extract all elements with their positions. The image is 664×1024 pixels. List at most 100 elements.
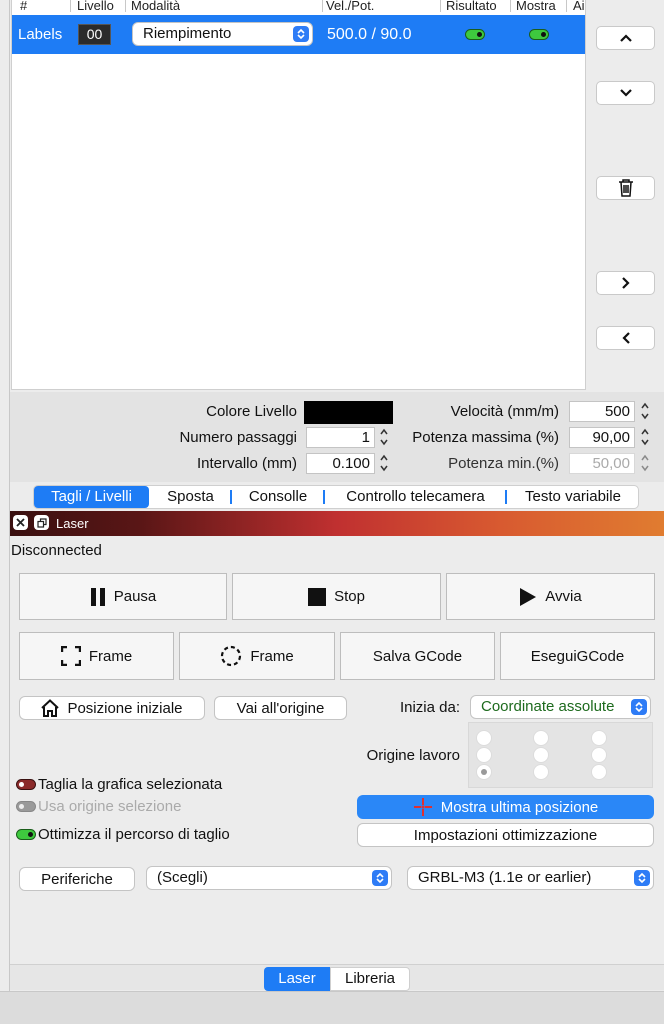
- speed-stepper[interactable]: [638, 400, 652, 422]
- layer-table: [11, 0, 586, 390]
- tab-cuts-layers[interactable]: Tagli / Livelli: [34, 486, 149, 508]
- trash-icon: [618, 179, 633, 197]
- chevron-updown-icon: [631, 699, 647, 715]
- optimize-path-toggle[interactable]: [16, 829, 36, 840]
- stop-label: Stop: [334, 588, 365, 605]
- origin-middle-left[interactable]: [476, 747, 492, 763]
- max-power-stepper[interactable]: [638, 426, 652, 448]
- play-icon: [520, 587, 537, 606]
- job-origin-label: Origine lavoro: [366, 747, 460, 764]
- move-right-button[interactable]: [596, 271, 655, 295]
- origin-middle-right[interactable]: [591, 747, 607, 763]
- origin-middle-center[interactable]: [533, 747, 549, 763]
- connection-status: Disconnected: [11, 542, 102, 559]
- show-last-position-button[interactable]: Mostra ultima posizione: [357, 795, 654, 819]
- col-header-speed-power: Vel./Pot.: [326, 0, 375, 12]
- move-left-button[interactable]: [596, 326, 655, 350]
- device-select-value: (Scegli): [157, 869, 208, 886]
- devices-button[interactable]: Periferiche: [19, 867, 135, 891]
- cut-selected-label: Taglia la grafica selezionata: [38, 776, 223, 793]
- device-select[interactable]: (Scegli): [146, 866, 392, 890]
- close-panel-button[interactable]: [13, 515, 28, 530]
- max-power-input[interactable]: 90,00: [569, 427, 635, 448]
- min-power-stepper[interactable]: [638, 452, 652, 474]
- col-header-air: Ai: [573, 0, 585, 12]
- start-label: Avvia: [545, 588, 582, 605]
- laser-title-bar: [10, 511, 664, 536]
- origin-top-center[interactable]: [533, 730, 549, 746]
- go-origin-button[interactable]: Vai all'origine: [214, 696, 347, 720]
- chevron-up-icon: [619, 34, 632, 42]
- col-header-result: Risultato: [446, 0, 497, 12]
- tab-move[interactable]: Sposta: [152, 486, 229, 508]
- start-from-value: Coordinate assolute: [481, 698, 615, 715]
- home-icon: [41, 699, 60, 717]
- frame-rect-button[interactable]: Frame: [19, 632, 174, 680]
- speed-label: Velocità (mm/m): [450, 403, 559, 420]
- origin-bottom-right[interactable]: [591, 764, 607, 780]
- save-gcode-label: Salva GCode: [372, 647, 463, 665]
- tab-laser[interactable]: Laser: [264, 967, 330, 991]
- frame-circle-button[interactable]: Frame: [179, 632, 335, 680]
- layer-color-swatch[interactable]: [304, 401, 393, 424]
- min-power-input[interactable]: 50,00: [569, 453, 635, 474]
- passes-label: Numero passaggi: [179, 429, 297, 446]
- tab-library[interactable]: Libreria: [330, 967, 410, 991]
- start-from-select[interactable]: Coordinate assolute: [470, 695, 651, 719]
- firmware-select-value: GRBL-M3 (1.1e or earlier): [418, 869, 592, 886]
- interval-value: 0.100: [332, 455, 370, 472]
- run-gcode-button[interactable]: EseguiGCode: [500, 632, 655, 680]
- pause-button[interactable]: Pausa: [19, 573, 227, 620]
- restore-window-icon: [36, 517, 47, 528]
- home-button[interactable]: Posizione iniziale: [19, 696, 205, 720]
- speed-input[interactable]: 500: [569, 401, 635, 422]
- pause-icon: [90, 587, 105, 606]
- delete-layer-button[interactable]: [596, 176, 655, 200]
- origin-bottom-left[interactable]: [476, 764, 492, 780]
- chevron-updown-icon: [372, 870, 388, 886]
- row-mode-select[interactable]: Riempimento: [132, 22, 313, 46]
- origin-top-left[interactable]: [476, 730, 492, 746]
- max-power-label: Potenza massima (%): [412, 429, 559, 446]
- chevron-left-icon: [621, 332, 630, 344]
- row-mode-value: Riempimento: [143, 25, 232, 42]
- tab-variable-text[interactable]: Testo variabile: [508, 486, 638, 508]
- tab-camera-control[interactable]: Controllo telecamera: [326, 486, 505, 508]
- status-strip: [0, 991, 664, 1024]
- min-power-value: 50,00: [592, 455, 630, 472]
- start-button[interactable]: Avvia: [446, 573, 655, 620]
- chevron-right-icon: [621, 277, 630, 289]
- speed-value: 500: [604, 403, 630, 420]
- interval-label: Intervallo (mm): [196, 455, 297, 472]
- save-gcode-button[interactable]: Salva GCode: [340, 632, 495, 680]
- col-header-show: Mostra: [516, 0, 556, 12]
- frame-circle-icon: [221, 645, 242, 667]
- laser-panel-title: Laser: [56, 516, 89, 531]
- go-origin-label: Vai all'origine: [236, 699, 325, 717]
- color-label: Colore Livello: [206, 403, 297, 420]
- row-show-toggle[interactable]: [529, 29, 549, 40]
- move-up-button[interactable]: [596, 26, 655, 50]
- firmware-select[interactable]: GRBL-M3 (1.1e or earlier): [407, 866, 654, 890]
- frame-rect-label: Frame: [88, 647, 133, 665]
- row-name: Labels: [18, 26, 63, 43]
- interval-stepper[interactable]: [377, 452, 391, 474]
- use-selection-origin-toggle[interactable]: [16, 801, 36, 812]
- col-header-number: #: [20, 0, 28, 12]
- cut-selected-toggle[interactable]: [16, 779, 36, 790]
- row-result-toggle[interactable]: [465, 29, 485, 40]
- crosshair-icon: [413, 798, 432, 816]
- stop-button[interactable]: Stop: [232, 573, 441, 620]
- row-level-swatch[interactable]: 00: [78, 24, 111, 45]
- passes-input[interactable]: 1: [306, 427, 375, 448]
- passes-stepper[interactable]: [377, 426, 391, 448]
- optimization-settings-button[interactable]: Impostazioni ottimizzazione: [357, 823, 654, 847]
- float-panel-button[interactable]: [34, 515, 49, 530]
- origin-top-right[interactable]: [591, 730, 607, 746]
- move-down-button[interactable]: [596, 81, 655, 105]
- tab-console[interactable]: Consolle: [233, 486, 323, 508]
- row-level: 00: [86, 26, 103, 42]
- origin-bottom-center[interactable]: [533, 764, 549, 780]
- interval-input[interactable]: 0.100: [306, 453, 375, 474]
- close-icon: [16, 518, 25, 527]
